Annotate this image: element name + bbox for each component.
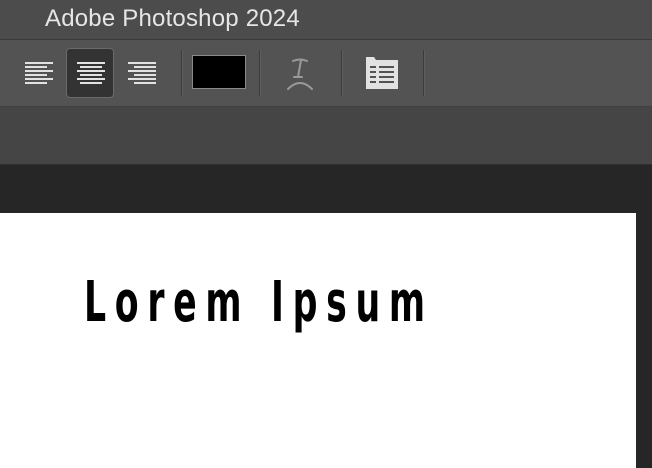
canvas-area: Lorem Ipsum — [0, 165, 652, 468]
text-color-swatch[interactable] — [192, 55, 246, 89]
document-tab-bar — [0, 107, 652, 165]
align-right-icon — [128, 62, 156, 84]
panels-button[interactable] — [358, 48, 406, 98]
toolbar-separator — [181, 50, 182, 96]
document-canvas[interactable]: Lorem Ipsum — [0, 213, 636, 468]
warp-text-button[interactable] — [276, 48, 324, 98]
title-bar: Adobe Photoshop 2024 — [0, 0, 652, 40]
align-left-icon — [25, 62, 53, 84]
app-title: Adobe Photoshop 2024 — [45, 5, 300, 32]
align-left-button[interactable] — [15, 48, 63, 98]
toolbar-separator — [259, 50, 260, 96]
align-right-button[interactable] — [118, 48, 166, 98]
toolbar-separator — [341, 50, 342, 96]
warp-text-icon — [287, 58, 313, 90]
align-center-button[interactable] — [66, 48, 114, 98]
toolbar-separator — [423, 50, 424, 96]
align-center-icon — [77, 62, 105, 84]
text-layer[interactable]: Lorem Ipsum — [84, 267, 434, 339]
options-bar — [0, 40, 652, 107]
character-paragraph-panels-icon — [366, 57, 398, 89]
